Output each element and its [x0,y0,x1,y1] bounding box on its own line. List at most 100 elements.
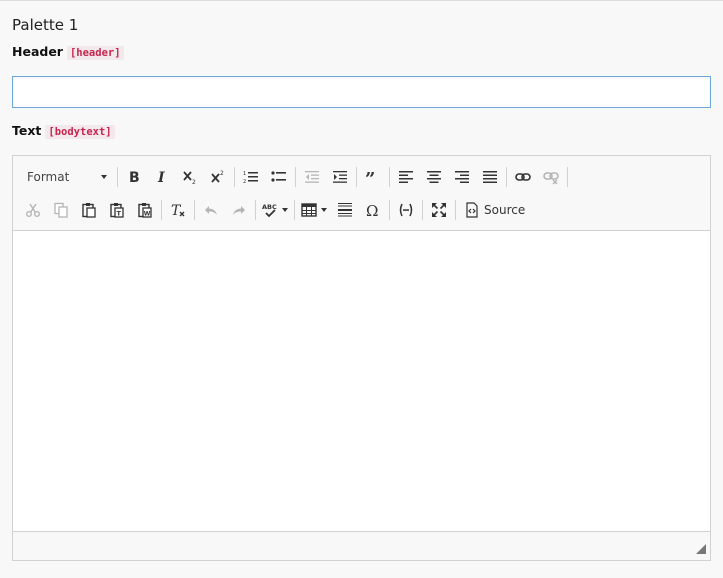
toolbar-separator [422,200,423,220]
align-center-button[interactable] [420,164,448,190]
format-dropdown[interactable]: Format [19,164,115,190]
justify-icon [483,171,497,183]
link-icon [515,173,531,181]
bullet-list-button[interactable] [265,164,293,190]
svg-text:”: ” [365,169,375,185]
redo-button[interactable] [225,197,253,223]
cut-icon [26,203,40,217]
svg-text:Ω: Ω [366,202,378,218]
toolbar-separator [356,167,357,187]
toolbar-separator [255,200,256,220]
unlink-button[interactable] [537,164,565,190]
maximize-button[interactable] [425,197,453,223]
chevron-down-icon [101,175,107,179]
special-char-icon: Ω [366,202,378,218]
toolbar-separator [194,200,195,220]
svg-text:B: B [129,170,140,185]
link-button[interactable] [509,164,537,190]
header-label-text: Header [12,44,63,59]
align-right-icon [455,171,469,183]
resize-grip-icon[interactable] [696,544,706,554]
superscript-icon: 2 [211,170,224,183]
editor-content-area[interactable] [13,232,710,531]
spellcheck-button[interactable]: ABC [258,197,292,223]
editor-toolbar: Format B I 2 2 12 ” T W T ABC Ω Source [13,156,710,231]
numbered-list-button[interactable]: 12 [237,164,265,190]
paste-text-button[interactable]: T [103,197,131,223]
rich-text-editor: Format B I 2 2 12 ” T W T ABC Ω Source [12,155,711,561]
svg-text:1: 1 [243,171,246,177]
outdent-icon [305,171,319,183]
blockquote-icon: ” [365,169,375,185]
horizontal-rule-icon [338,203,352,217]
outdent-button[interactable] [298,164,326,190]
subscript-icon: 2 [183,171,196,185]
bullet-list-icon [271,171,286,182]
special-char-button[interactable]: Ω [359,197,387,223]
superscript-button[interactable]: 2 [204,164,232,190]
remove-format-button[interactable]: T [164,197,192,223]
svg-text:2: 2 [220,170,224,177]
table-button[interactable] [297,197,331,223]
chevron-down-icon [282,208,288,212]
undo-icon [205,206,217,215]
indent-icon [333,171,347,183]
italic-button[interactable]: I [148,164,176,190]
palette-title: Palette 1 [12,16,79,34]
toolbar-separator [295,167,296,187]
undo-button[interactable] [197,197,225,223]
source-button-label: Source [484,203,526,217]
source-icon [466,202,478,218]
text-field-code: [bodytext] [45,125,115,139]
subscript-button[interactable]: 2 [176,164,204,190]
align-right-button[interactable] [448,164,476,190]
soft-hyphen-icon [399,203,413,217]
bold-button[interactable]: B [120,164,148,190]
header-field-label: Header [header] [12,44,124,60]
toolbar-separator [389,167,390,187]
indent-button[interactable] [326,164,354,190]
bold-icon: B [129,170,140,185]
editor-status-bar [13,531,710,560]
table-icon [301,203,317,217]
toolbar-separator [567,167,568,187]
paste-word-button[interactable]: W [131,197,159,223]
toolbar-separator [234,167,235,187]
paste-text-icon: T [110,203,124,218]
numbered-list-icon: 12 [243,171,258,185]
toolbar-separator [161,200,162,220]
copy-button[interactable] [47,197,75,223]
toolbar-row-1: Format B I 2 2 12 ” [19,164,570,190]
align-left-icon [399,171,413,183]
unlink-icon [543,172,559,185]
justify-button[interactable] [476,164,504,190]
align-center-icon [427,171,441,183]
text-label-text: Text [12,123,42,138]
copy-icon [54,202,68,218]
redo-icon [233,206,245,215]
align-left-button[interactable] [392,164,420,190]
remove-format-icon: T [171,203,185,218]
svg-text:I: I [157,170,165,185]
toolbar-separator [455,200,456,220]
svg-text:2: 2 [243,179,246,185]
format-dropdown-label: Format [27,170,70,184]
maximize-icon [432,203,446,217]
chevron-down-icon [321,208,327,212]
svg-text:T: T [117,210,122,218]
toolbar-separator [506,167,507,187]
spellcheck-icon: ABC [262,203,277,218]
source-button[interactable]: Source [458,197,531,223]
paste-button[interactable] [75,197,103,223]
svg-text:2: 2 [192,179,196,185]
header-input[interactable] [12,76,711,108]
soft-hyphen-button[interactable] [392,197,420,223]
toolbar-row-2: T W T ABC Ω Source [19,197,531,223]
header-field-code: [header] [66,46,124,60]
horizontal-rule-button[interactable] [331,197,359,223]
svg-text:W: W [144,211,151,218]
toolbar-separator [294,200,295,220]
cut-button[interactable] [19,197,47,223]
italic-icon: I [157,170,165,185]
blockquote-button[interactable]: ” [359,164,387,190]
